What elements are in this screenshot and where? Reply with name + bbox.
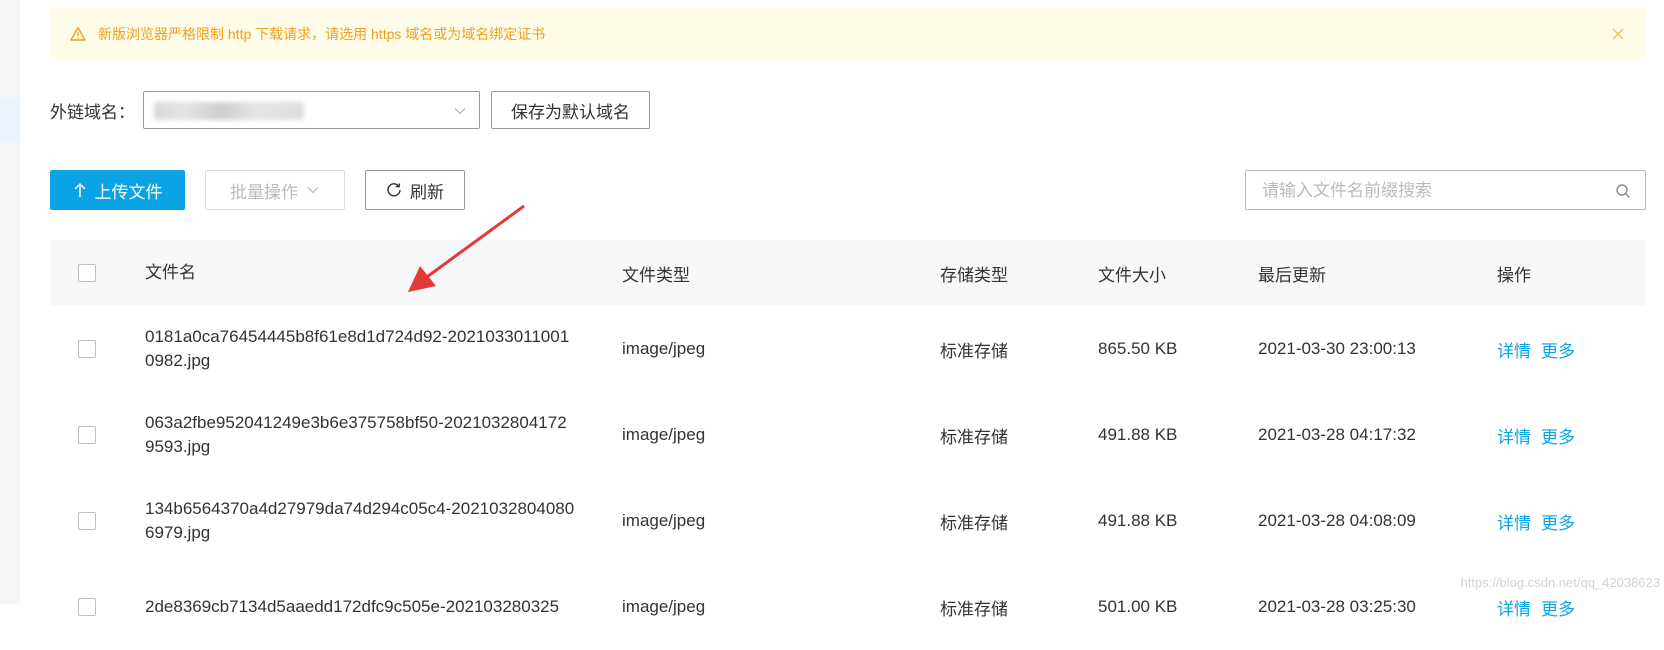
upload-file-button[interactable]: 上传文件 xyxy=(50,170,185,210)
last-updated: 2021-03-28 04:08:09 xyxy=(1258,511,1416,530)
table-row: 063a2fbe952041249e3b6e375758bf50-2021032… xyxy=(50,392,1646,478)
batch-operations-label: 批量操作 xyxy=(230,182,298,202)
arrow-up-icon xyxy=(73,182,86,197)
header-file-type: 文件类型 xyxy=(622,265,690,285)
more-link[interactable]: 更多 xyxy=(1541,595,1575,620)
header-last-updated: 最后更新 xyxy=(1258,265,1326,285)
upload-file-label: 上传文件 xyxy=(94,182,163,202)
search-box xyxy=(1245,170,1646,211)
file-name: 134b6564370a4d27979da74d294c05c4-2021032… xyxy=(145,499,575,542)
file-table: 文件名 文件类型 存储类型 文件大小 最后更新 操作 0181a0ca76454… xyxy=(50,240,1646,650)
alert-message: 新版浏览器严格限制 http 下载请求，请选用 https 域名或为域名绑定证书 xyxy=(98,26,546,42)
file-size: 491.88 KB xyxy=(1098,511,1178,530)
batch-operations-button[interactable]: 批量操作 xyxy=(205,170,345,210)
domain-select[interactable] xyxy=(143,91,480,129)
last-updated: 2021-03-30 23:00:13 xyxy=(1258,339,1416,358)
storage-type: 标准存储 xyxy=(940,513,1008,533)
watermark: https://blog.csdn.net/qq_42038623 xyxy=(1460,575,1661,590)
row-checkbox[interactable] xyxy=(78,426,96,444)
table-row: 2de8369cb7134d5aaedd172dfc9c505e-2021032… xyxy=(50,564,1646,650)
table-row: 0181a0ca76454445b8f61e8d1d724d92-2021033… xyxy=(50,306,1646,392)
toolbar: 上传文件 批量操作 刷新 xyxy=(50,170,1646,211)
file-name: 063a2fbe952041249e3b6e375758bf50-2021032… xyxy=(145,413,567,456)
save-default-domain-button[interactable]: 保存为默认域名 xyxy=(491,91,650,129)
refresh-label: 刷新 xyxy=(410,182,444,202)
table-row: 134b6564370a4d27979da74d294c05c4-2021032… xyxy=(50,478,1646,564)
file-type: image/jpeg xyxy=(622,597,706,616)
header-storage-type: 存储类型 xyxy=(940,265,1008,285)
refresh-icon xyxy=(387,183,401,197)
row-checkbox[interactable] xyxy=(78,340,96,358)
file-type: image/jpeg xyxy=(622,339,706,358)
file-type: image/jpeg xyxy=(622,511,706,530)
file-size: 865.50 KB xyxy=(1098,339,1178,358)
warning-alert: 新版浏览器严格限制 http 下载请求，请选用 https 域名或为域名绑定证书 xyxy=(50,8,1646,60)
storage-type: 标准存储 xyxy=(940,341,1008,361)
domain-selected-value-redacted xyxy=(154,102,304,120)
domain-label: 外链域名： xyxy=(50,102,135,122)
table-header: 文件名 文件类型 存储类型 文件大小 最后更新 操作 xyxy=(50,240,1646,306)
header-file-size: 文件大小 xyxy=(1098,265,1166,285)
storage-type: 标准存储 xyxy=(940,599,1008,619)
warning-icon xyxy=(70,26,86,42)
header-operations: 操作 xyxy=(1497,265,1531,285)
search-input[interactable] xyxy=(1246,171,1604,211)
detail-link[interactable]: 详情 xyxy=(1497,509,1531,534)
chevron-down-icon xyxy=(307,187,319,194)
last-updated: 2021-03-28 04:17:32 xyxy=(1258,425,1416,444)
domain-row: 外链域名： 保存为默认域名 xyxy=(50,90,650,130)
file-name: 2de8369cb7134d5aaedd172dfc9c505e-2021032… xyxy=(145,597,560,616)
annotation-arrow-icon xyxy=(408,204,525,292)
close-icon[interactable] xyxy=(1610,26,1626,42)
file-name: 0181a0ca76454445b8f61e8d1d724d92-2021033… xyxy=(145,327,570,370)
select-all-checkbox[interactable] xyxy=(78,264,96,282)
left-sidebar-edge xyxy=(0,0,20,604)
sidebar-active-marker xyxy=(0,97,20,143)
search-icon[interactable] xyxy=(1615,183,1631,199)
file-size: 491.88 KB xyxy=(1098,425,1178,444)
detail-link[interactable]: 详情 xyxy=(1497,423,1531,448)
row-checkbox[interactable] xyxy=(78,512,96,530)
file-size: 501.00 KB xyxy=(1098,597,1178,616)
more-link[interactable]: 更多 xyxy=(1541,509,1575,534)
last-updated: 2021-03-28 03:25:30 xyxy=(1258,597,1416,616)
file-type: image/jpeg xyxy=(622,425,706,444)
chevron-down-icon xyxy=(453,104,467,118)
detail-link[interactable]: 详情 xyxy=(1497,595,1531,620)
storage-type: 标准存储 xyxy=(940,427,1008,447)
more-link[interactable]: 更多 xyxy=(1541,337,1575,362)
more-link[interactable]: 更多 xyxy=(1541,423,1575,448)
row-checkbox[interactable] xyxy=(78,598,96,616)
detail-link[interactable]: 详情 xyxy=(1497,337,1531,362)
